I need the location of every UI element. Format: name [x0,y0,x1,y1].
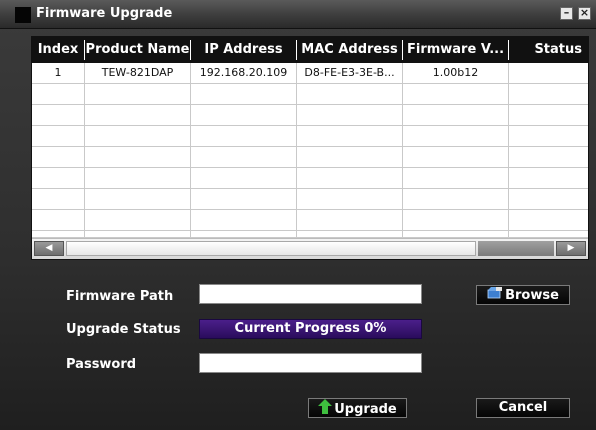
table-row[interactable] [32,105,588,126]
scroll-thumb[interactable] [66,241,476,256]
cell-product-name [85,168,191,188]
cell-ip-address [191,126,297,146]
cell-ip-address [191,147,297,167]
cell-product-name [85,105,191,125]
cell-firmware-version: 1.00b12 [403,63,509,83]
scroll-left-button[interactable]: ◀ [34,241,64,256]
cell-mac-address [297,231,403,238]
device-table: Index Product Name IP Address MAC Addres… [31,36,589,260]
cell-status [509,189,588,209]
cell-status [509,147,588,167]
firmware-path-label: Firmware Path [66,289,174,304]
minimize-button[interactable]: – [560,7,573,20]
cell-ip-address [191,168,297,188]
column-header-ip-address[interactable]: IP Address [191,37,296,63]
cell-mac-address [297,105,403,125]
cell-index: 1 [32,63,85,83]
cell-status [509,63,588,83]
cell-index [32,84,85,104]
cell-firmware-version [403,147,509,167]
folder-icon [487,286,503,305]
firmware-upgrade-window: Firmware Upgrade – × Index Product Name … [0,0,596,430]
scroll-track[interactable] [478,241,554,256]
table-row[interactable] [32,231,588,238]
upgrade-button-label: Upgrade [334,402,397,417]
cell-index [32,147,85,167]
cell-index [32,210,85,230]
cell-index [32,126,85,146]
table-row[interactable] [32,168,588,189]
close-button[interactable]: × [578,7,591,20]
horizontal-scrollbar[interactable]: ◀ ▶ [32,238,588,259]
cell-product-name [85,147,191,167]
cell-mac-address [297,84,403,104]
cell-product-name [85,210,191,230]
window-title: Firmware Upgrade [36,6,173,21]
cell-ip-address: 192.168.20.109 [191,63,297,83]
up-arrow-icon [318,399,333,420]
upgrade-status-label: Upgrade Status [66,322,181,337]
cell-ip-address [191,189,297,209]
cell-product-name: TEW-821DAP [85,63,191,83]
cell-ip-address [191,210,297,230]
cell-product-name [85,231,191,238]
progress-text: Current Progress 0% [234,321,387,336]
cell-firmware-version [403,210,509,230]
cancel-button[interactable]: Cancel [476,398,570,418]
scroll-right-button[interactable]: ▶ [556,241,586,256]
cell-firmware-version [403,168,509,188]
upgrade-button[interactable]: Upgrade [308,398,407,418]
cell-firmware-version [403,231,509,238]
cell-index [32,189,85,209]
cell-status [509,168,588,188]
cell-mac-address [297,147,403,167]
app-icon [15,7,31,23]
cell-status [509,126,588,146]
cell-mac-address [297,189,403,209]
table-row[interactable] [32,126,588,147]
table-row[interactable] [32,84,588,105]
cell-firmware-version [403,105,509,125]
column-header-firmware-version[interactable]: Firmware V... [403,37,508,63]
cell-index [32,105,85,125]
cell-firmware-version [403,126,509,146]
upgrade-progress-bar: Current Progress 0% [199,319,422,339]
cell-status [509,84,588,104]
cell-product-name [85,84,191,104]
firmware-path-input[interactable] [199,284,422,304]
cell-mac-address [297,210,403,230]
password-label: Password [66,357,137,372]
column-header-mac-address[interactable]: MAC Address [297,37,402,63]
cell-product-name [85,189,191,209]
cell-status [509,231,588,238]
cell-firmware-version [403,84,509,104]
column-header-status[interactable]: Status [509,37,588,63]
cell-index [32,168,85,188]
cell-ip-address [191,84,297,104]
table-row[interactable] [32,210,588,231]
password-input[interactable] [199,353,422,373]
cell-mac-address: D8-FE-E3-3E-B... [297,63,403,83]
cell-mac-address [297,168,403,188]
column-header-product-name[interactable]: Product Name [85,37,190,63]
cell-ip-address [191,105,297,125]
cell-firmware-version [403,189,509,209]
cell-product-name [85,126,191,146]
cell-mac-address [297,126,403,146]
table-row[interactable]: 1 TEW-821DAP 192.168.20.109 D8-FE-E3-3E-… [32,63,588,84]
title-bar: Firmware Upgrade – × [0,0,596,29]
table-header: Index Product Name IP Address MAC Addres… [32,37,588,63]
cell-ip-address [191,231,297,238]
table-row[interactable] [32,147,588,168]
browse-button[interactable]: Browse [476,285,570,305]
cell-status [509,210,588,230]
cell-index [32,231,85,238]
table-row[interactable] [32,189,588,210]
column-header-index[interactable]: Index [32,37,84,63]
browse-button-label: Browse [505,288,559,303]
cell-status [509,105,588,125]
